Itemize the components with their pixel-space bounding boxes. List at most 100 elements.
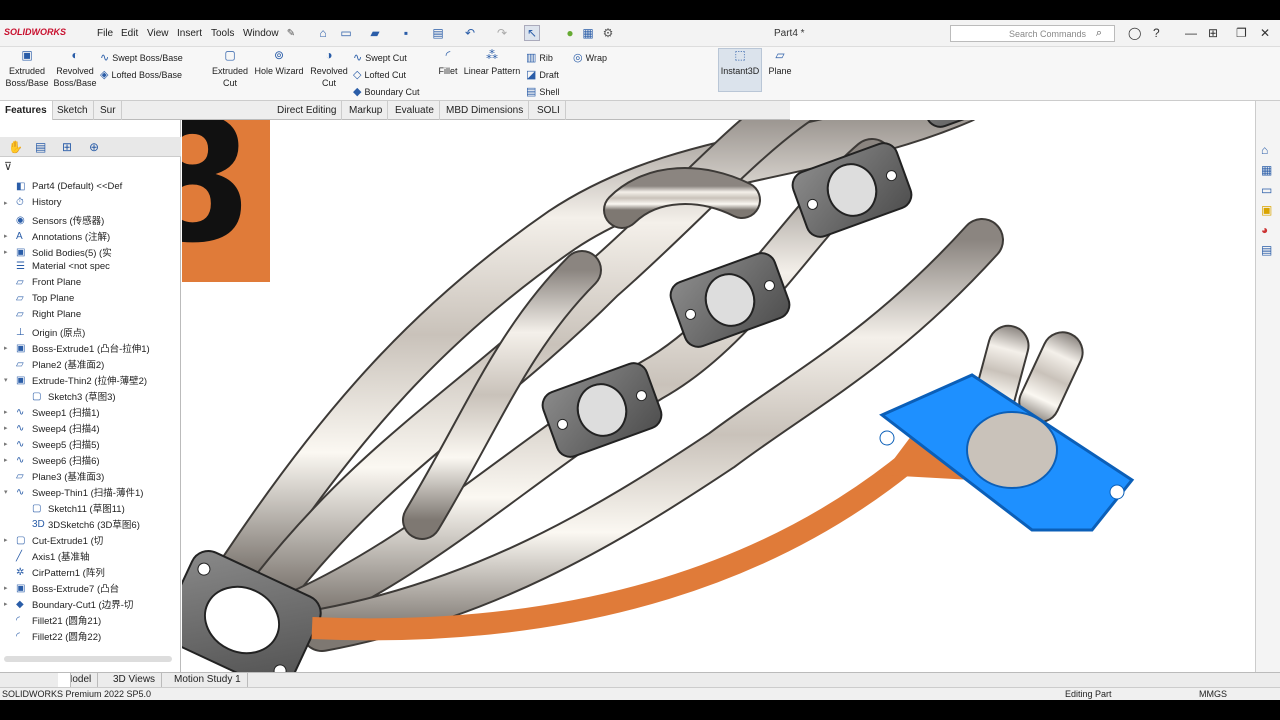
tree-item[interactable]: ▢ Sketch3 (草图3) bbox=[20, 389, 116, 404]
expand-chevron-icon[interactable]: ▾ bbox=[4, 376, 16, 384]
print-icon[interactable]: ▤ bbox=[430, 25, 446, 41]
expand-chevron-icon[interactable]: ▸ bbox=[4, 536, 16, 544]
tree-item[interactable]: ▸ ▣ Boss-Extrude7 (凸台 bbox=[4, 581, 119, 596]
menu-view[interactable]: View bbox=[147, 28, 169, 39]
tree-item[interactable]: ▾ ∿ Sweep-Thin1 (扫描-薄件1) bbox=[4, 485, 143, 500]
expand-chevron-icon[interactable]: ▸ bbox=[4, 600, 16, 608]
tree-item[interactable]: ▸ ∿ Sweep6 (扫描6) bbox=[4, 453, 100, 468]
boundary-cut-button[interactable]: ◆ Boundary Cut bbox=[353, 85, 420, 98]
search-commands-input[interactable]: Search Commands ⌕ bbox=[950, 25, 1115, 42]
shell-button[interactable]: ▤ Shell bbox=[526, 85, 559, 98]
tab-motion-study[interactable]: Motion Study 1 bbox=[168, 673, 248, 688]
rib-button[interactable]: ▥ Rib bbox=[526, 51, 553, 64]
traffic-light-icon[interactable]: ● bbox=[562, 25, 578, 41]
expand-chevron-icon[interactable]: ▸ bbox=[4, 199, 16, 207]
tree-item[interactable]: ▸ ▣ Solid Bodies(5) (实 bbox=[4, 245, 112, 260]
tree-item[interactable]: ▾ ▣ Extrude-Thin2 (拉伸-薄壁2) bbox=[4, 373, 147, 388]
graphics-area[interactable]: 8 bbox=[182, 120, 1255, 672]
swept-cut-button[interactable]: ∿ Swept Cut bbox=[353, 51, 407, 64]
tree-item[interactable]: ▸ ◆ Boundary-Cut1 (边界-切 bbox=[4, 597, 133, 612]
hole-wizard-button[interactable]: ⊚ Hole Wizard bbox=[253, 49, 305, 77]
open-icon[interactable]: ▰ bbox=[367, 25, 383, 41]
lofted-boss-button[interactable]: ◈ Lofted Boss/Base bbox=[100, 68, 182, 81]
view-palette-icon[interactable]: ▣ bbox=[1261, 203, 1272, 217]
extruded-boss-button[interactable]: ▣ Extruded Boss/Base bbox=[4, 49, 50, 89]
select-cursor-icon[interactable]: ↖ bbox=[524, 25, 540, 41]
undo-icon[interactable]: ↶ bbox=[462, 25, 478, 41]
tree-item[interactable]: ✲ CirPattern1 (阵列 bbox=[4, 565, 105, 580]
linear-pattern-button[interactable]: ⁂ Linear Pattern bbox=[462, 49, 522, 77]
extruded-cut-button[interactable]: ▢ Extruded Cut bbox=[208, 49, 252, 89]
fillet-button[interactable]: ◜ Fillet bbox=[436, 49, 460, 77]
redo-icon[interactable]: ↷ bbox=[494, 25, 510, 41]
options-gear-icon[interactable]: ⚙ bbox=[600, 25, 616, 41]
minimize-icon[interactable]: — bbox=[1185, 26, 1197, 40]
expand-chevron-icon[interactable]: ▸ bbox=[4, 232, 16, 240]
expand-chevron-icon[interactable]: ▸ bbox=[4, 584, 16, 592]
tree-item[interactable]: ▸ ▣ Boss-Extrude1 (凸台-拉伸1) bbox=[4, 341, 150, 356]
help-icon[interactable]: ? bbox=[1153, 26, 1160, 40]
file-properties-icon[interactable]: ▦ bbox=[580, 25, 596, 41]
pin-icon[interactable]: ✎ bbox=[283, 25, 299, 41]
menu-file[interactable]: File bbox=[97, 28, 113, 39]
custom-properties-icon[interactable]: ▤ bbox=[1261, 243, 1272, 257]
tree-item[interactable]: ▸ ⏱ History bbox=[4, 197, 62, 208]
revolved-cut-button[interactable]: ◑ Revolved Cut bbox=[307, 49, 351, 89]
expand-chevron-icon[interactable]: ▸ bbox=[4, 408, 16, 416]
menu-window[interactable]: Window bbox=[243, 28, 279, 39]
expand-chevron-icon[interactable]: ▸ bbox=[4, 440, 16, 448]
tab-markup[interactable]: Markup bbox=[344, 101, 389, 120]
tab-solidworks-addins[interactable]: SOLI bbox=[532, 101, 566, 120]
maximize-icon[interactable]: ⊞ bbox=[1208, 26, 1218, 40]
menu-edit[interactable]: Edit bbox=[121, 28, 138, 39]
instant3d-button[interactable]: ⬚ Instant3D bbox=[718, 49, 762, 77]
tree-item[interactable]: ⊥ Origin (原点) bbox=[4, 325, 85, 340]
tab-mbd-dimensions[interactable]: MBD Dimensions bbox=[441, 101, 530, 120]
tree-item[interactable]: ◜ Fillet21 (圆角21) bbox=[4, 613, 101, 628]
filter-icon[interactable]: ⊽ bbox=[4, 160, 12, 173]
menu-tools[interactable]: Tools bbox=[211, 28, 234, 39]
search-icon[interactable]: ⌕ bbox=[1096, 27, 1102, 40]
tree-item[interactable]: ◜ Fillet22 (圆角22) bbox=[4, 629, 101, 644]
tab-sketch[interactable]: Sketch bbox=[52, 101, 94, 120]
expand-chevron-icon[interactable]: ▾ bbox=[4, 488, 16, 496]
configuration-manager-icon[interactable]: ⊞ bbox=[62, 140, 72, 154]
tab-evaluate[interactable]: Evaluate bbox=[390, 101, 440, 120]
tab-surfaces[interactable]: Sur bbox=[95, 101, 122, 120]
wrap-button[interactable]: ◎ Wrap bbox=[573, 51, 607, 64]
menu-insert[interactable]: Insert bbox=[177, 28, 202, 39]
lofted-cut-button[interactable]: ◇ Lofted Cut bbox=[353, 68, 406, 81]
tab-3d-views[interactable]: 3D Views bbox=[107, 673, 163, 688]
appearances-icon[interactable]: ◕ bbox=[1261, 223, 1268, 237]
tree-item[interactable]: ▢ Sketch11 (草图11) bbox=[20, 501, 125, 516]
tree-item[interactable]: ▸ ∿ Sweep1 (扫描1) bbox=[4, 405, 100, 420]
tab-direct-editing[interactable]: Direct Editing bbox=[272, 101, 343, 120]
unit-system[interactable]: MMGS bbox=[1199, 689, 1227, 699]
expand-chevron-icon[interactable]: ▸ bbox=[4, 424, 16, 432]
tab-features[interactable]: Features bbox=[0, 101, 53, 120]
tree-item[interactable]: ☰ Material <not spec bbox=[4, 261, 110, 272]
expand-chevron-icon[interactable]: ▸ bbox=[4, 248, 16, 256]
restore-icon[interactable]: ❐ bbox=[1236, 26, 1247, 40]
home-icon[interactable]: ⌂ bbox=[315, 25, 331, 41]
save-icon[interactable]: ▪ bbox=[398, 25, 414, 41]
feature-manager-icon[interactable]: ✋ bbox=[8, 140, 23, 154]
horizontal-scrollbar[interactable] bbox=[4, 656, 172, 662]
tree-item[interactable]: ▸ ∿ Sweep5 (扫描5) bbox=[4, 437, 100, 452]
tree-item[interactable]: ◧ Part4 (Default) <<Def bbox=[4, 181, 122, 192]
dimxpert-icon[interactable]: ⊕ bbox=[89, 140, 99, 154]
draft-button[interactable]: ◪ Draft bbox=[526, 68, 559, 81]
close-icon[interactable]: ✕ bbox=[1260, 26, 1270, 40]
solidworks-resources-icon[interactable]: ⌂ bbox=[1261, 143, 1268, 157]
revolved-boss-button[interactable]: ◐ Revolved Boss/Base bbox=[52, 49, 98, 89]
swept-boss-button[interactable]: ∿ Swept Boss/Base bbox=[100, 51, 183, 64]
expand-chevron-icon[interactable]: ▸ bbox=[4, 344, 16, 352]
tree-item[interactable]: 3D 3DSketch6 (3D草图6) bbox=[20, 517, 140, 532]
tree-item[interactable]: ▱ Right Plane bbox=[4, 309, 81, 320]
tree-item[interactable]: ▱ Top Plane bbox=[4, 293, 74, 304]
tree-item[interactable]: ▸ ∿ Sweep4 (扫描4) bbox=[4, 421, 100, 436]
expand-chevron-icon[interactable]: ▸ bbox=[4, 456, 16, 464]
new-document-icon[interactable]: ▭ bbox=[338, 25, 354, 41]
tree-item[interactable]: ╱ Axis1 (基准轴 bbox=[4, 549, 90, 564]
tree-item[interactable]: ▱ Front Plane bbox=[4, 277, 81, 288]
